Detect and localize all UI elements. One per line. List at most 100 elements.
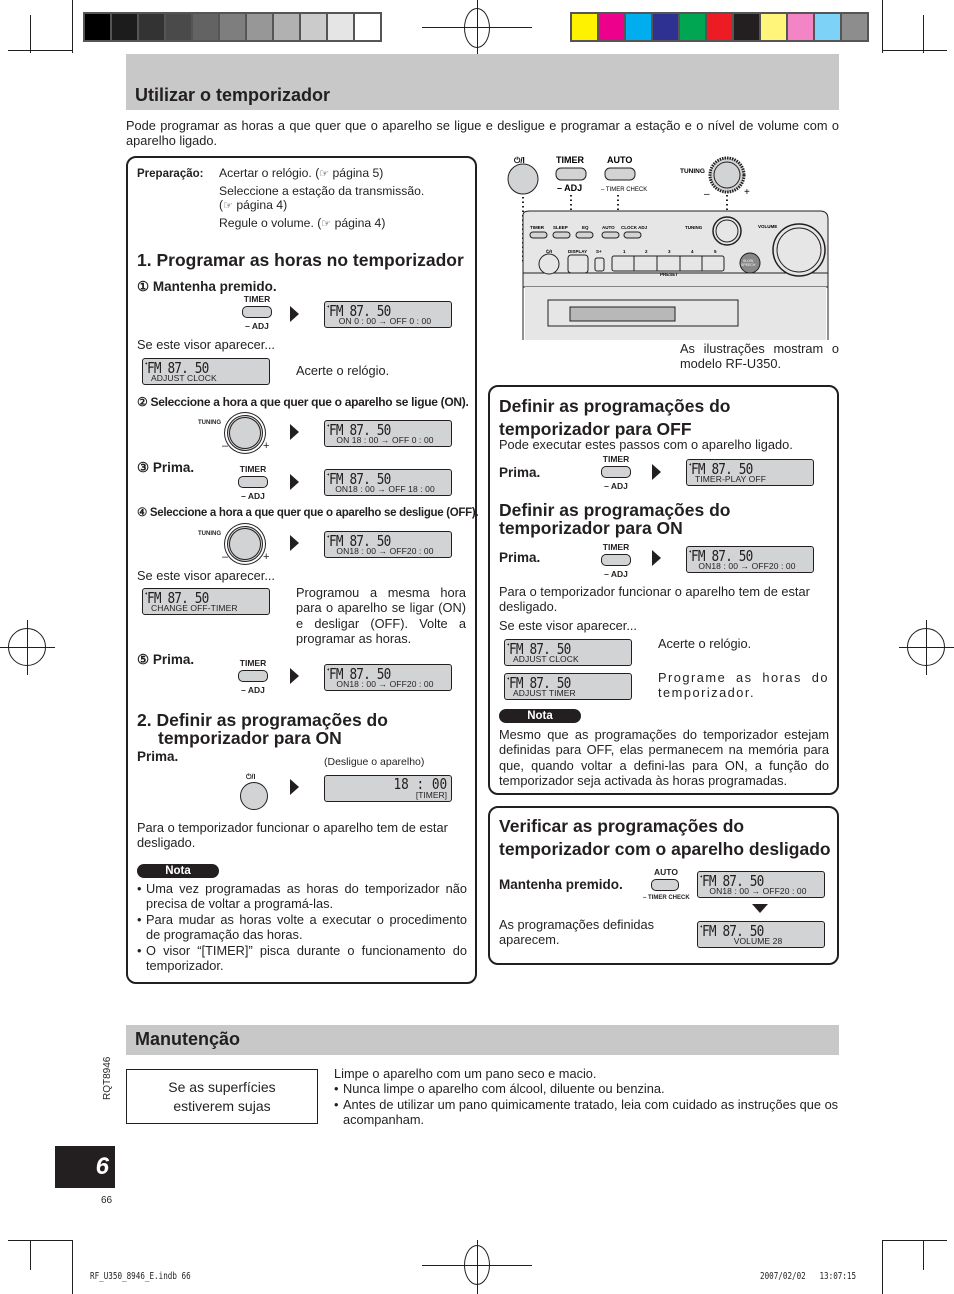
maintenance-item: Antes de utilizar um pano quimicamente t…: [334, 1097, 839, 1128]
lcd-display: FM 87. 50 ON 18 : 00 → OFF 0 : 00: [324, 420, 452, 447]
file-name-slug: RF_U350_8946_E.indb 66: [90, 1271, 191, 1282]
tuning-dial[interactable]: [227, 415, 263, 451]
timer-button[interactable]: [555, 167, 587, 181]
press-label: Prima.: [499, 465, 541, 480]
auto-button[interactable]: [651, 879, 679, 891]
svg-text:⏻/I: ⏻/I: [546, 249, 552, 254]
svg-text:TIMER: TIMER: [530, 225, 545, 230]
lcd-display: FM 87. 50 ON 0 : 00 → OFF 0 : 00: [324, 301, 452, 328]
svg-text:EQ: EQ: [582, 225, 589, 230]
panel-timer-button[interactable]: [529, 231, 548, 239]
panel-sleep-button[interactable]: [552, 231, 571, 239]
radio-illustration: ⏻/I TIMER – ADJ AUTO – TIMER CHECK TUNIN…: [490, 145, 840, 375]
section-header-maintenance: Manutenção: [126, 1025, 839, 1055]
note-item: Para mudar as horas volte a executar o p…: [137, 912, 467, 943]
color-swatch: [301, 14, 326, 40]
color-swatch: [193, 14, 218, 40]
color-swatch: [355, 14, 380, 40]
arrow-right-icon: [652, 550, 661, 566]
color-swatch: [572, 14, 597, 40]
svg-text:TUNING: TUNING: [685, 225, 703, 230]
section-title: Manutenção: [135, 1029, 241, 1049]
print-timestamp: 2007/02/02 13:07:15: [760, 1271, 857, 1282]
timer-button-label: TIMER: [602, 454, 630, 464]
color-swatch: [328, 14, 353, 40]
panel-auto-button[interactable]: [601, 231, 620, 239]
svg-text:AUTO: AUTO: [602, 225, 615, 230]
arrow-right-icon: [290, 306, 299, 322]
note-badge: Nota: [499, 709, 581, 723]
press-label: Prima.: [499, 550, 541, 565]
off-subtitle: Pode executar estes passos com o aparelh…: [499, 437, 793, 452]
color-swatch: [788, 14, 813, 40]
illustration-caption: As ilustrações mostram o modelo RF-U350.: [680, 341, 839, 372]
same-time-hint: Programou a mesma hora para o aparelho s…: [296, 585, 466, 647]
color-swatch: [626, 14, 651, 40]
color-swatch: [599, 14, 624, 40]
timer-button-label: TIMER: [243, 294, 271, 304]
timer-button-label: TIMER: [239, 464, 267, 474]
power-button[interactable]: [240, 782, 268, 810]
minus-label: –: [222, 551, 229, 563]
section-header-timer: Utilizar o temporizador: [126, 54, 839, 110]
timer-check-label: – TIMER CHECK: [643, 895, 690, 901]
lcd-display-standby: 18 : 00 [TIMER]: [324, 775, 452, 802]
svg-text:+: +: [744, 187, 750, 198]
adj-label: – ADJ: [241, 685, 265, 695]
arrow-right-icon: [290, 424, 299, 440]
timer-button[interactable]: [238, 670, 268, 682]
timer-button[interactable]: [601, 554, 631, 566]
timer-check-label: – TIMER CHECK: [601, 187, 647, 193]
svg-text:DISPLAY: DISPLAY: [568, 249, 587, 254]
lcd-display-timer-play-off: FM 87. 50 TIMER-PLAY OFF: [686, 459, 814, 486]
note-item: Uma vez programadas as horas do temporiz…: [137, 881, 467, 912]
timer-label: TIMER: [556, 155, 584, 165]
panel-eq-button[interactable]: [575, 231, 594, 239]
power-label: ⏻/I: [246, 774, 256, 781]
panel-s-plus-button[interactable]: [594, 257, 605, 272]
lcd-display-volume: FM 87. 50 VOLUME 28: [697, 921, 825, 948]
lcd-display-change-off-timer: FM 87. 50 CHANGE OFF-TIMER: [142, 588, 270, 615]
plus-label: +: [263, 551, 270, 563]
svg-text:SPEECH: SPEECH: [741, 263, 756, 267]
svg-text:SLEEP: SLEEP: [553, 225, 568, 230]
note-list: Uma vez programadas as horas do temporiz…: [137, 881, 467, 973]
svg-text:VOLUME: VOLUME: [758, 224, 777, 229]
press-label: Prima.: [137, 749, 179, 764]
must-be-off-text: Para o temporizador funcionar o aparelho…: [137, 820, 448, 851]
tuning-dial[interactable]: [227, 526, 263, 562]
adjust-clock-hint: Acerte o relógio.: [296, 363, 390, 378]
tuning-label: TUNING: [198, 420, 221, 426]
svg-text:–: –: [704, 189, 710, 200]
color-swatch: [815, 14, 840, 40]
preset-buttons[interactable]: [611, 255, 725, 272]
arrow-right-icon: [290, 474, 299, 490]
condition-box: Se as superfícies estiverem sujas: [126, 1069, 318, 1124]
hold-label: Mantenha premido.: [499, 877, 623, 892]
svg-text:CLOCK ADJ: CLOCK ADJ: [621, 225, 648, 230]
arrow-right-icon: [290, 779, 299, 795]
timer-button[interactable]: [242, 306, 272, 318]
document-code: RQT8946: [102, 1056, 113, 1100]
part1-title: 1. Programar as horas no temporizador: [137, 250, 464, 270]
note-badge: Nota: [137, 864, 219, 878]
panel-power-button[interactable]: [538, 253, 560, 275]
tuning-label: TUNING: [198, 531, 221, 537]
power-button[interactable]: [507, 163, 539, 195]
note-item: O visor “[TIMER]” pisca durante o funcio…: [137, 943, 467, 974]
timer-button[interactable]: [601, 466, 631, 478]
auto-button[interactable]: [604, 167, 636, 181]
process-color-bar: [570, 12, 869, 42]
color-swatch: [680, 14, 705, 40]
color-swatch: [247, 14, 272, 40]
must-be-off-text: Para o temporizador funcionar o aparelho…: [499, 584, 810, 615]
note-text: Mesmo que as programações do temporizado…: [499, 727, 829, 789]
panel-display-button[interactable]: [567, 254, 589, 274]
maintenance-item: Nunca limpe o aparelho com álcool, dilue…: [334, 1081, 839, 1097]
color-swatch: [220, 14, 245, 40]
check-title: Verificar as programações do temporizado…: [499, 816, 831, 859]
timer-button[interactable]: [238, 476, 268, 488]
lcd-display: FM 87. 50 ON18 : 00 → OFF20 : 00: [686, 546, 814, 573]
maintenance-intro: Limpe o aparelho com um pano seco e maci…: [334, 1066, 597, 1081]
panel-clock-adj-button[interactable]: [623, 231, 642, 239]
